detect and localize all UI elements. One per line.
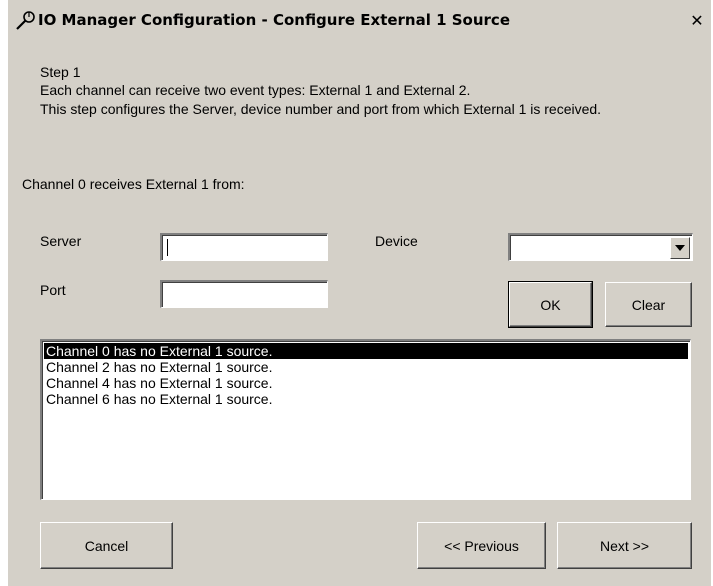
step-label: Step 1	[40, 64, 81, 80]
list-item[interactable]: Channel 4 has no External 1 source.	[44, 375, 688, 391]
list-item[interactable]: Channel 0 has no External 1 source.	[44, 343, 688, 359]
server-label: Server	[40, 233, 82, 249]
device-select[interactable]	[508, 233, 693, 261]
clear-button[interactable]: Clear	[605, 282, 692, 327]
tools-icon	[16, 11, 35, 30]
device-dropdown-button[interactable]	[670, 237, 690, 259]
close-icon[interactable]: ✕	[686, 11, 708, 31]
title-bar[interactable]: IO Manager Configuration - Configure Ext…	[8, 0, 711, 42]
previous-button[interactable]: << Previous	[417, 522, 546, 569]
port-label: Port	[40, 282, 66, 298]
next-button[interactable]: Next >>	[557, 522, 692, 569]
server-field[interactable]	[160, 233, 328, 261]
port-field[interactable]	[160, 280, 328, 308]
chevron-down-icon	[675, 245, 685, 251]
list-item[interactable]: Channel 6 has no External 1 source.	[44, 391, 688, 407]
intro-line-2: This step configures the Server, device …	[40, 101, 602, 117]
window-title: IO Manager Configuration - Configure Ext…	[38, 11, 511, 29]
intro-line-1: Each channel can receive two event types…	[40, 82, 471, 98]
channel-list[interactable]: Channel 0 has no External 1 source. Chan…	[40, 339, 691, 500]
port-input[interactable]	[162, 282, 327, 307]
list-item[interactable]: Channel 2 has no External 1 source.	[44, 359, 688, 375]
cancel-button[interactable]: Cancel	[40, 522, 173, 569]
server-input[interactable]	[162, 235, 327, 260]
channel-heading: Channel 0 receives External 1 from:	[22, 176, 245, 192]
ok-button[interactable]: OK	[508, 281, 593, 328]
device-label: Device	[375, 233, 418, 249]
dialog-window: IO Manager Configuration - Configure Ext…	[8, 0, 711, 586]
text-caret	[167, 239, 168, 256]
